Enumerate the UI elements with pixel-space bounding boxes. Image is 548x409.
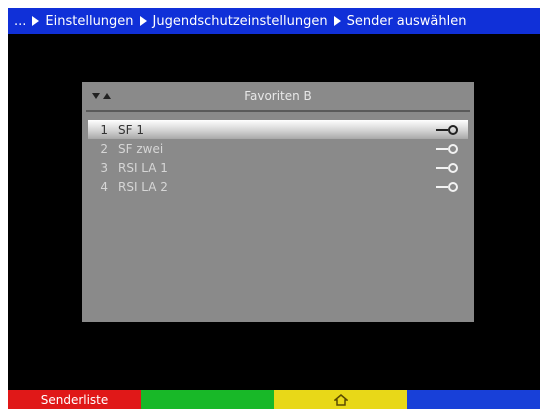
panel-header: Favoriten B: [82, 82, 474, 110]
green-key-button[interactable]: [141, 390, 274, 409]
channel-name: SF 1: [118, 122, 144, 137]
channel-row[interactable]: 2 SF zwei: [88, 139, 468, 158]
channel-row[interactable]: 4 RSI LA 2: [88, 177, 468, 196]
sort-up-down-icon[interactable]: [92, 92, 112, 100]
color-key-bar: Senderliste: [8, 390, 540, 409]
channel-list: 1 SF 1 2 SF zwei 3 RSI LA 1 4 RSI LA 2: [88, 120, 468, 196]
channel-number: 2: [100, 141, 108, 156]
channel-name: RSI LA 1: [118, 160, 168, 175]
yellow-key-button[interactable]: [274, 390, 407, 409]
breadcrumb-item-jugendschutz[interactable]: Jugendschutzeinstellungen: [153, 14, 328, 29]
key-lock-icon[interactable]: [434, 143, 460, 155]
red-key-button[interactable]: Senderliste: [8, 390, 141, 409]
breadcrumb-item-einstellungen[interactable]: Einstellungen: [45, 14, 133, 29]
channel-name: RSI LA 2: [118, 179, 168, 194]
header-divider: [86, 110, 470, 112]
channel-row[interactable]: 3 RSI LA 1: [88, 158, 468, 177]
arrow-right-icon: [139, 16, 147, 26]
key-lock-icon[interactable]: [434, 162, 460, 174]
channel-number: 1: [100, 122, 108, 137]
blue-key-button[interactable]: [407, 390, 540, 409]
channel-number: 4: [100, 179, 108, 194]
tv-screen: ... Einstellungen Jugendschutzeinstellun…: [8, 8, 540, 409]
key-lock-icon[interactable]: [434, 181, 460, 193]
breadcrumb: ... Einstellungen Jugendschutzeinstellun…: [8, 8, 540, 34]
arrow-right-icon: [333, 16, 341, 26]
breadcrumb-prefix: ...: [14, 13, 27, 29]
channel-number: 3: [100, 160, 108, 175]
channel-name: SF zwei: [118, 141, 164, 156]
breadcrumb-item-sender-auswaehlen: Sender auswählen: [346, 13, 467, 29]
home-icon: [333, 393, 348, 406]
favorites-panel: Favoriten B 1 SF 1 2 SF zwei 3 RSI LA 1 …: [82, 82, 474, 322]
red-key-label: Senderliste: [40, 392, 109, 407]
panel-title: Favoriten B: [244, 89, 312, 103]
arrow-right-icon: [32, 16, 40, 26]
channel-row[interactable]: 1 SF 1: [88, 120, 468, 139]
key-lock-icon[interactable]: [434, 124, 460, 136]
